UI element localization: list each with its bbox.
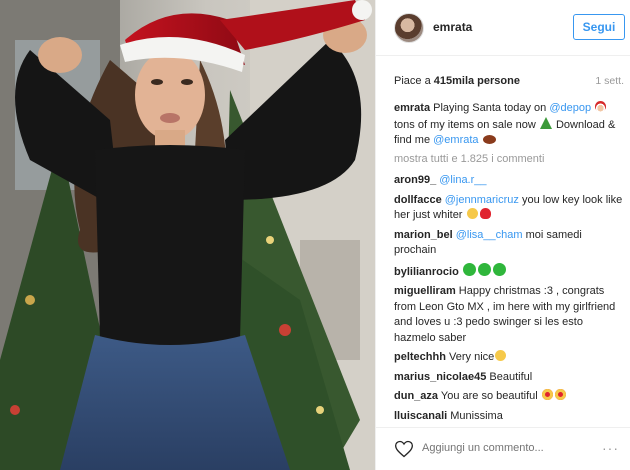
caption-username[interactable]: emrata: [394, 102, 430, 114]
caption-text-2: tons of my items on sale now: [394, 118, 539, 131]
green-heart-emoji-icon: [462, 262, 476, 276]
comment-username[interactable]: dun_aza: [394, 390, 438, 402]
comment-item: aron99_ @lina.r__: [394, 173, 626, 189]
football-emoji-icon: [482, 135, 496, 144]
grinning-emoji-icon: [466, 208, 478, 219]
comment-username[interactable]: aron99_: [394, 174, 436, 186]
christmas-tree-emoji-icon: [539, 116, 552, 129]
likes-row: Piace a 415mila persone 1 sett.: [394, 75, 624, 91]
comment-mention[interactable]: @lina.r__: [439, 174, 486, 186]
header-username[interactable]: emrata: [433, 20, 472, 34]
more-options-icon[interactable]: ···: [602, 440, 619, 456]
comment-item: dun_aza You are so beautiful: [394, 389, 626, 405]
comment-item: bylilianrocio: [394, 262, 626, 281]
grinning-emoji-icon: [495, 350, 507, 361]
heart-eyes-emoji-icon: [554, 389, 566, 400]
comment-text: [459, 266, 462, 278]
comment-username[interactable]: miguelliram: [394, 285, 456, 297]
caption-mention-emrata[interactable]: @emrata: [433, 134, 478, 146]
comment-username[interactable]: marius_nicolae45: [394, 371, 486, 383]
post-header: emrata Segui: [376, 0, 630, 56]
caption: emrata Playing Santa today on @depop ton…: [394, 101, 626, 149]
comment-username[interactable]: lluiscanali: [394, 410, 447, 422]
comment-mention[interactable]: @lisa__cham: [456, 229, 523, 241]
likes-text: Piace a 415mila persone: [394, 75, 520, 87]
comment-item: peltechhh Very nice: [394, 350, 626, 366]
comment-item: miguelliram Happy christmas :3 , congrat…: [394, 284, 626, 346]
comment-text: Beautiful: [486, 370, 533, 383]
avatar[interactable]: [394, 13, 424, 43]
photo-illustration: [0, 0, 375, 470]
comment-list: aron99_ @lina.r__ dollfacce @jennmaricru…: [394, 173, 626, 424]
caption-text-1: Playing Santa today on: [430, 102, 550, 114]
comment-username[interactable]: peltechhh: [394, 351, 446, 363]
green-heart-emoji-icon: [477, 262, 491, 276]
comment-item: marius_nicolae45 Beautiful: [394, 370, 626, 386]
comment-text: Munissima: [447, 409, 503, 422]
comment-mention[interactable]: @jennmaricruz: [445, 194, 519, 206]
add-comment-input[interactable]: [422, 442, 592, 454]
follow-button[interactable]: Segui: [573, 14, 625, 40]
comment-username[interactable]: bylilianrocio: [394, 266, 459, 278]
comment-username[interactable]: marion_bel: [394, 229, 453, 241]
post-photo[interactable]: [0, 0, 375, 470]
likes-count[interactable]: 415mila persone: [434, 75, 520, 87]
comment-text: You are so beautiful: [438, 390, 538, 402]
comment-item: lluiscanali Munissima: [394, 409, 626, 425]
comment-text: Very nice: [445, 351, 495, 363]
post-time[interactable]: 1 sett.: [595, 75, 624, 87]
comment-item: marion_bel @lisa__cham moi samedi procha…: [394, 228, 626, 259]
green-heart-emoji-icon: [492, 262, 506, 276]
santa-emoji-icon: [595, 101, 607, 112]
post-sidebar: emrata Segui Piace a 415mila persone 1 s…: [375, 0, 630, 470]
like-heart-icon[interactable]: [394, 439, 414, 459]
comment-username[interactable]: dollfacce: [394, 194, 442, 206]
show-all-comments-link[interactable]: mostra tutti e 1.825 i commenti: [394, 153, 544, 165]
comment-item: dollfacce @jennmaricruz you low key look…: [394, 193, 626, 224]
comment-bar: ···: [376, 427, 630, 470]
red-heart-emoji-icon: [479, 208, 491, 219]
likes-prefix: Piace a: [394, 75, 434, 87]
heart-eyes-emoji-icon: [541, 389, 553, 400]
caption-mention-depop[interactable]: @depop: [549, 102, 591, 114]
